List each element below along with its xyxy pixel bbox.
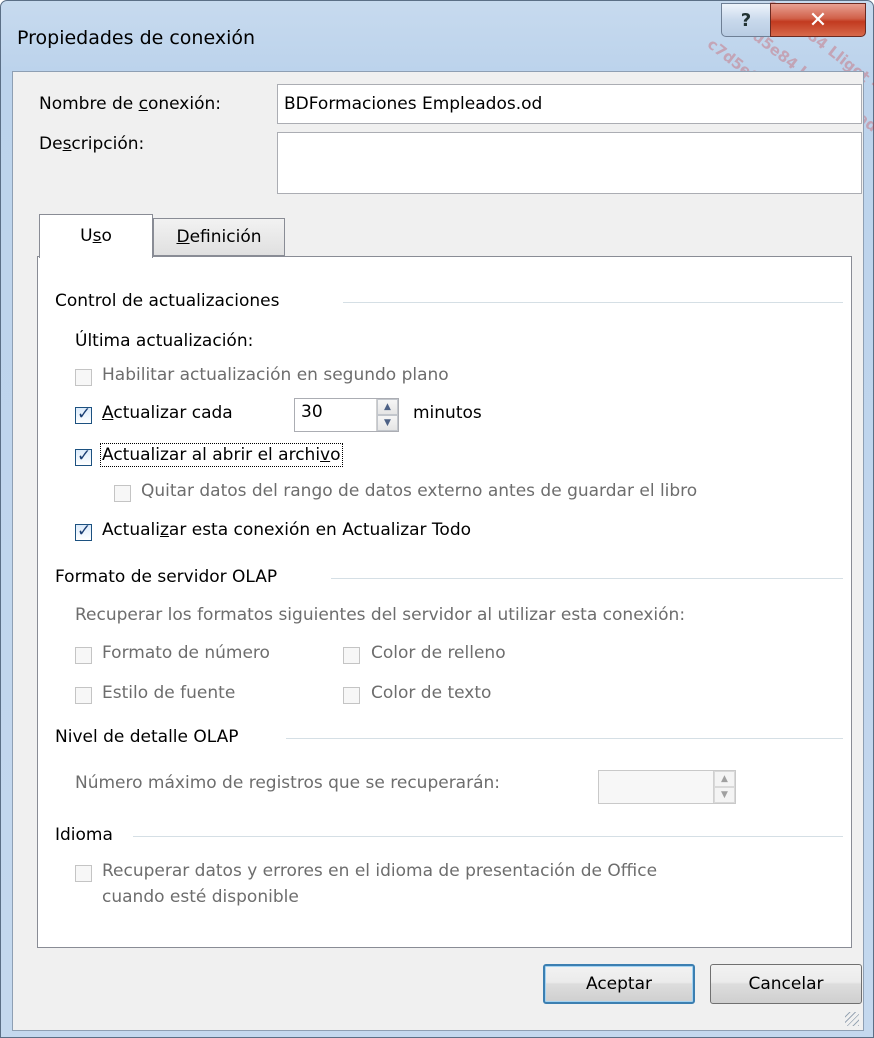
max-records-spinner-buttons: ▲ ▼ [713, 771, 735, 803]
minutes-unit-label: minutos [413, 403, 482, 423]
number-format-label: Formato de número [102, 643, 270, 663]
resize-grip-icon[interactable] [845, 1012, 859, 1026]
spin-up-icon[interactable]: ▲ [377, 399, 398, 415]
spin-down-icon[interactable]: ▼ [377, 415, 398, 431]
language-group-title: Idioma [55, 825, 113, 845]
dialog-window: Propiedades de conexión c7d5e84 Lligot -… [0, 0, 874, 1038]
spin-up-icon[interactable]: ▲ [714, 771, 735, 787]
refresh-every-label: Actualizar cada [102, 403, 233, 423]
background-refresh-label: Habilitar actualización en segundo plano [102, 365, 449, 385]
refresh-all-label: Actualizar esta conexión en Actualizar T… [102, 520, 472, 540]
olap-format-group-divider [331, 578, 843, 579]
office-language-label-line2: cuando esté disponible [102, 887, 299, 907]
spin-down-icon[interactable]: ▼ [714, 787, 735, 803]
max-records-spinner[interactable]: ▲ ▼ [598, 770, 736, 804]
connection-name-label: Nombre de conexión: [39, 94, 221, 114]
fill-color-label: Color de relleno [371, 643, 506, 663]
spinner-buttons: ▲ ▼ [376, 399, 398, 431]
olap-detail-group-divider [286, 738, 843, 739]
help-button[interactable]: ? [721, 3, 771, 37]
close-icon: ✕ [808, 7, 828, 33]
olap-format-group-title: Formato de servidor OLAP [55, 567, 278, 587]
ok-button[interactable]: Aceptar [543, 964, 695, 1004]
close-button[interactable]: ✕ [770, 3, 866, 37]
tab-uso[interactable]: Uso [39, 214, 153, 258]
help-icon: ? [740, 9, 752, 31]
refresh-control-group-title: Control de actualizaciones [55, 291, 280, 311]
refresh-group-divider [343, 302, 843, 303]
olap-format-description: Recuperar los formatos siguientes del se… [75, 605, 686, 625]
language-group-divider [133, 836, 843, 837]
refresh-minutes-value: 30 [301, 402, 323, 422]
remove-external-data-label: Quitar datos del rango de datos externo … [141, 481, 698, 501]
max-records-label: Número máximo de registros que se recupe… [75, 773, 501, 793]
refresh-every-checkbox[interactable] [75, 404, 92, 424]
connection-name-input[interactable]: BDFormaciones Empleados.od [277, 84, 862, 124]
description-input[interactable] [277, 132, 862, 194]
refresh-on-open-checkbox[interactable] [75, 446, 92, 466]
font-style-checkbox[interactable] [75, 687, 92, 704]
remove-external-data-checkbox[interactable] [114, 485, 131, 502]
background-refresh-checkbox[interactable] [75, 369, 92, 386]
fill-color-checkbox[interactable] [343, 647, 360, 664]
font-style-label: Estilo de fuente [102, 683, 236, 703]
olap-detail-group-title: Nivel de detalle OLAP [55, 727, 239, 747]
office-language-label-line1: Recuperar datos y errores en el idioma d… [102, 861, 658, 881]
number-format-checkbox[interactable] [75, 647, 92, 664]
last-update-label: Última actualización: [75, 331, 254, 351]
refresh-all-checkbox[interactable] [75, 521, 92, 541]
refresh-on-open-label: Actualizar al abrir el archivo [100, 443, 343, 467]
cancel-button[interactable]: Cancelar [710, 964, 862, 1004]
dialog-client-area: Nombre de conexión: BDFormaciones Emplea… [12, 71, 864, 1031]
title-bar[interactable]: Propiedades de conexión c7d5e84 Lligot -… [1, 1, 874, 151]
tab-panel-uso: Control de actualizaciones Última actual… [37, 256, 852, 948]
description-label: Descripción: [39, 134, 145, 154]
office-language-checkbox[interactable] [75, 865, 92, 882]
text-color-checkbox[interactable] [343, 687, 360, 704]
tab-definicion[interactable]: Definición [153, 218, 285, 256]
refresh-minutes-spinner[interactable]: 30 ▲ ▼ [294, 398, 399, 432]
text-color-label: Color de texto [371, 683, 492, 703]
window-title: Propiedades de conexión [17, 27, 256, 49]
